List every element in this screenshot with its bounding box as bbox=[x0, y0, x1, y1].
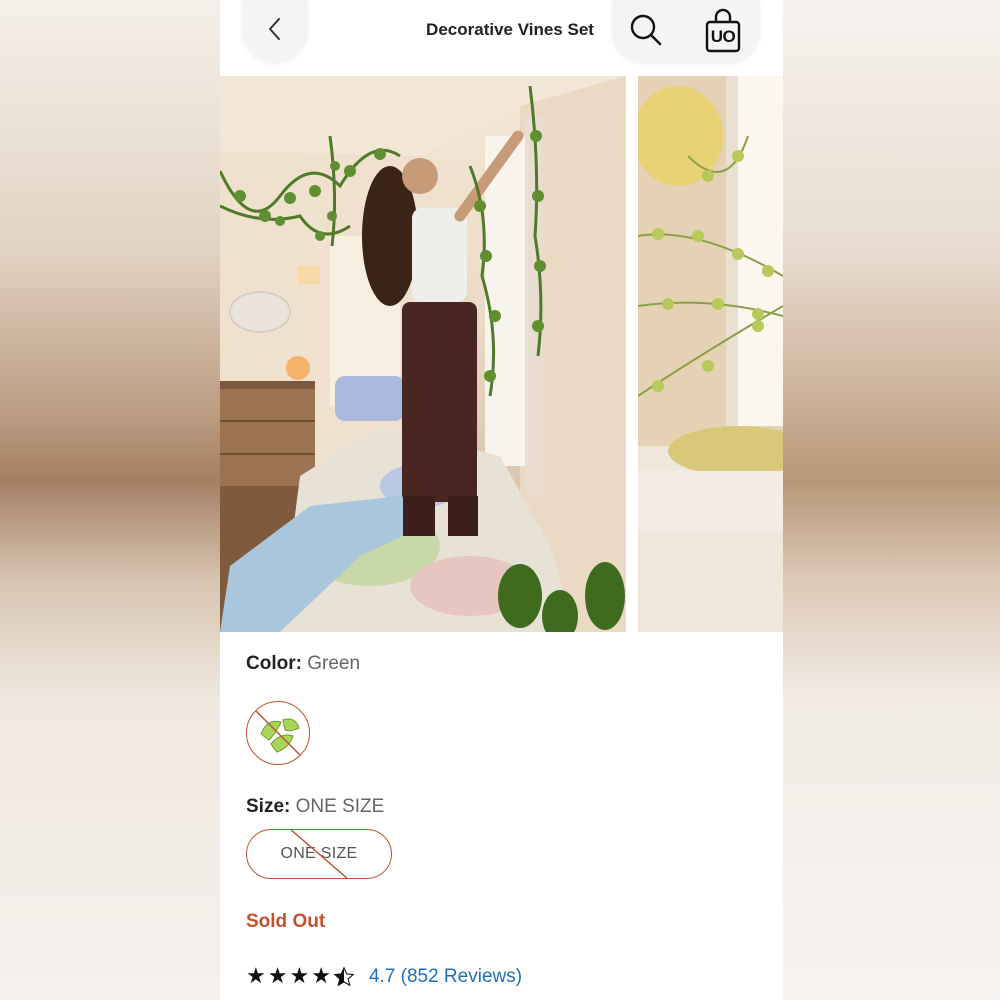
product-page: Decorative Vines Set UO Color: Green Siz… bbox=[220, 0, 783, 1000]
reviews-link[interactable]: 4.7 (852 Reviews) bbox=[369, 966, 522, 988]
back-button[interactable] bbox=[242, 0, 308, 62]
size-row: Size: ONE SIZE bbox=[246, 796, 384, 818]
star-rating: ★ ★ ★ ★ bbox=[246, 966, 355, 988]
shopping-bag-button[interactable]: UO bbox=[700, 6, 746, 56]
color-label: Color: bbox=[246, 653, 302, 674]
size-option-label: ONE SIZE bbox=[280, 845, 358, 862]
top-header: Decorative Vines Set UO bbox=[220, 0, 783, 76]
rating-row: ★ ★ ★ ★ 4.7 (852 Reviews) bbox=[246, 966, 522, 988]
size-value: ONE SIZE bbox=[295, 796, 385, 817]
size-option-one-size[interactable]: ONE SIZE bbox=[246, 829, 392, 879]
vine-swatch-icon bbox=[247, 702, 309, 764]
background-right bbox=[780, 0, 1000, 1000]
search-icon bbox=[629, 13, 663, 52]
bag-logo-text: UO bbox=[710, 27, 736, 46]
size-label: Size: bbox=[246, 796, 291, 817]
color-value: Green bbox=[307, 653, 361, 674]
star-icon: ★ bbox=[267, 964, 288, 989]
page-title: Decorative Vines Set bbox=[426, 20, 594, 39]
color-row: Color: Green bbox=[246, 653, 360, 675]
star-icon: ★ bbox=[289, 964, 310, 989]
star-icon: ★ bbox=[311, 964, 331, 989]
half-star-icon bbox=[333, 966, 355, 988]
search-button[interactable] bbox=[624, 10, 668, 54]
product-image-gallery[interactable] bbox=[220, 76, 783, 632]
star-icon: ★ bbox=[246, 964, 266, 989]
color-swatch-green[interactable] bbox=[246, 701, 310, 765]
product-image-secondary[interactable] bbox=[638, 76, 783, 632]
product-image-main[interactable] bbox=[220, 76, 626, 632]
shopping-bag-icon: UO bbox=[703, 8, 743, 54]
stock-status: Sold Out bbox=[246, 911, 326, 932]
chevron-left-icon bbox=[265, 15, 285, 48]
background-left bbox=[0, 0, 220, 1000]
